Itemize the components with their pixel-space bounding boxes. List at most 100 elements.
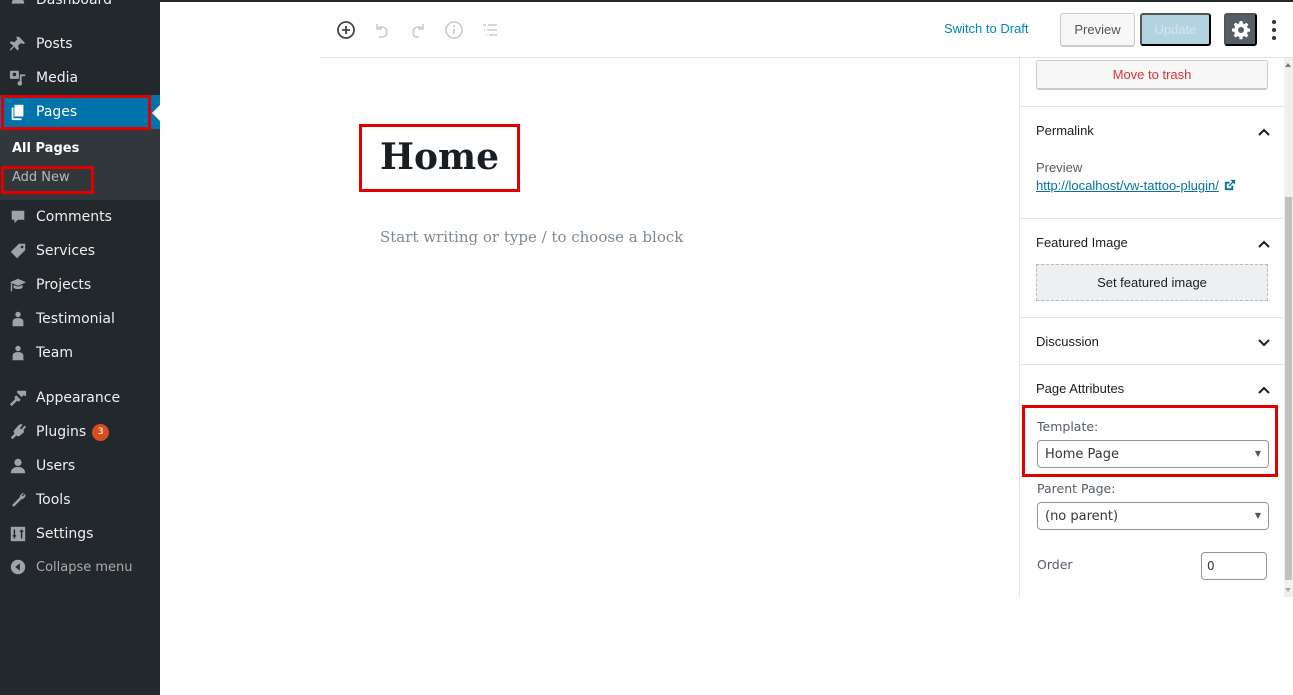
tag-icon [0, 242, 36, 260]
featured-image-title[interactable]: Featured Image [1036, 235, 1128, 250]
permalink-preview-label: Preview [1036, 160, 1083, 175]
more-dot [1272, 36, 1276, 40]
chevron-up-icon[interactable] [1257, 124, 1271, 138]
undo-icon[interactable] [371, 19, 393, 41]
permalink-url-link[interactable]: http://localhost/vw-tattoo-plugin/ [1036, 178, 1236, 193]
featured-image-panel: Featured Image Set featured image [1020, 219, 1285, 318]
template-label: Template: [1037, 419, 1099, 434]
admin-sidebar: Dashboard Posts Media Pages All Pages Ad… [0, 0, 160, 695]
user-icon [0, 457, 36, 475]
collapse-icon [0, 558, 36, 576]
document-settings-sidebar: Move to trash Permalink Preview http://l… [1019, 58, 1293, 597]
menu-label: Testimonial [36, 311, 115, 327]
switch-to-draft-link[interactable]: Switch to Draft [944, 21, 1029, 36]
collapse-menu-button[interactable]: Collapse menu [0, 550, 160, 584]
more-dot [1272, 28, 1276, 32]
menu-item-projects[interactable]: Projects [0, 268, 160, 302]
menu-label: Collapse menu [36, 559, 133, 575]
menu-label: Media [36, 70, 79, 86]
order-label: Order [1037, 557, 1073, 572]
template-value: Home Page [1045, 446, 1119, 462]
menu-label: Posts [36, 36, 73, 52]
menu-item-testimonial[interactable]: Testimonial [0, 302, 160, 336]
post-title[interactable]: Home [380, 136, 499, 178]
menu-item-services[interactable]: Services [0, 234, 160, 268]
pages-icon [0, 103, 36, 121]
dropdown-arrow-icon: ▼ [1254, 449, 1261, 458]
chevron-down-icon[interactable] [1257, 335, 1271, 349]
settings-toggle-button[interactable] [1224, 13, 1257, 46]
wrench-icon [0, 491, 36, 509]
editor-toolbar: Switch to Draft Preview Update [320, 2, 1293, 58]
parent-page-value: (no parent) [1045, 508, 1119, 524]
permalink-url: http://localhost/vw-tattoo-plugin/ [1036, 178, 1219, 193]
menu-label: Team [36, 345, 74, 361]
menu-item-plugins[interactable]: Plugins 3 [0, 415, 160, 449]
add-block-icon[interactable] [335, 19, 357, 41]
sliders-icon [0, 525, 36, 543]
page-attributes-title[interactable]: Page Attributes [1036, 381, 1124, 396]
page-attributes-panel: Page Attributes Template: Home Page ▼ Pa… [1020, 365, 1285, 597]
menu-item-settings[interactable]: Settings [0, 517, 160, 551]
menu-label: Settings [36, 526, 94, 542]
submenu-all-pages[interactable]: All Pages [12, 141, 79, 156]
sidebar-scrollbar[interactable] [1284, 58, 1293, 597]
info-icon[interactable] [443, 19, 465, 41]
menu-label: Users [36, 458, 76, 474]
chevron-up-icon[interactable] [1257, 236, 1271, 250]
menu-label: Appearance [36, 390, 121, 406]
plug-icon [0, 423, 36, 441]
plugins-update-badge: 3 [92, 423, 110, 441]
comment-icon [0, 208, 36, 226]
graduation-cap-icon [0, 276, 36, 294]
menu-item-appearance[interactable]: Appearance [0, 381, 160, 415]
permalink-title[interactable]: Permalink [1036, 123, 1094, 138]
menu-item-users[interactable]: Users [0, 449, 160, 483]
menu-label: Projects [36, 277, 92, 293]
menu-label: Dashboard [36, 0, 112, 8]
menu-item-media[interactable]: Media [0, 61, 160, 95]
menu-label: Pages [36, 104, 78, 120]
parent-page-label: Parent Page: [1037, 481, 1116, 496]
preview-button[interactable]: Preview [1060, 13, 1135, 46]
chevron-up-icon[interactable] [1257, 382, 1271, 396]
menu-item-team[interactable]: Team [0, 336, 160, 370]
submenu-add-new[interactable]: Add New [12, 170, 70, 185]
menu-label: Tools [36, 492, 71, 508]
move-to-trash-button[interactable]: Move to trash [1036, 60, 1268, 89]
menu-label: Services [36, 243, 96, 259]
more-dot [1272, 20, 1276, 24]
menu-item-comments[interactable]: Comments [0, 200, 160, 234]
pages-submenu: All Pages Add New [0, 129, 160, 200]
menu-item-posts[interactable]: Posts [0, 27, 160, 61]
parent-page-select[interactable]: (no parent) ▼ [1037, 502, 1269, 530]
menu-item-tools[interactable]: Tools [0, 483, 160, 517]
template-select[interactable]: Home Page ▼ [1037, 440, 1269, 468]
gear-icon [1231, 20, 1250, 39]
redo-icon[interactable] [407, 19, 429, 41]
menu-item-dashboard[interactable]: Dashboard [0, 0, 160, 17]
scrollbar-thumb[interactable] [1285, 197, 1292, 580]
outline-icon[interactable] [479, 19, 501, 41]
order-value: 0 [1207, 559, 1215, 573]
paintbrush-icon [0, 389, 36, 407]
update-button[interactable]: Update [1140, 13, 1211, 46]
more-menu-button[interactable] [1267, 17, 1281, 43]
block-appender-placeholder[interactable]: Start writing or type / to choose a bloc… [380, 228, 683, 246]
set-featured-image-button[interactable]: Set featured image [1036, 264, 1268, 301]
pin-icon [0, 35, 36, 53]
person-icon [0, 344, 36, 362]
dropdown-arrow-icon: ▼ [1254, 511, 1261, 520]
order-input[interactable]: 0 [1201, 552, 1267, 580]
discussion-panel: Discussion [1020, 318, 1285, 365]
permalink-panel: Permalink Preview http://localhost/vw-ta… [1020, 107, 1285, 219]
scroll-up-arrow-icon[interactable] [1285, 63, 1291, 67]
menu-item-pages[interactable]: Pages [0, 95, 160, 129]
external-link-icon [1224, 179, 1235, 191]
discussion-title[interactable]: Discussion [1036, 334, 1099, 349]
scroll-down-arrow-icon[interactable] [1285, 588, 1291, 592]
media-icon [0, 69, 36, 87]
menu-label: Plugins [36, 424, 87, 440]
menu-label: Comments [36, 209, 112, 225]
person-icon [0, 310, 36, 328]
